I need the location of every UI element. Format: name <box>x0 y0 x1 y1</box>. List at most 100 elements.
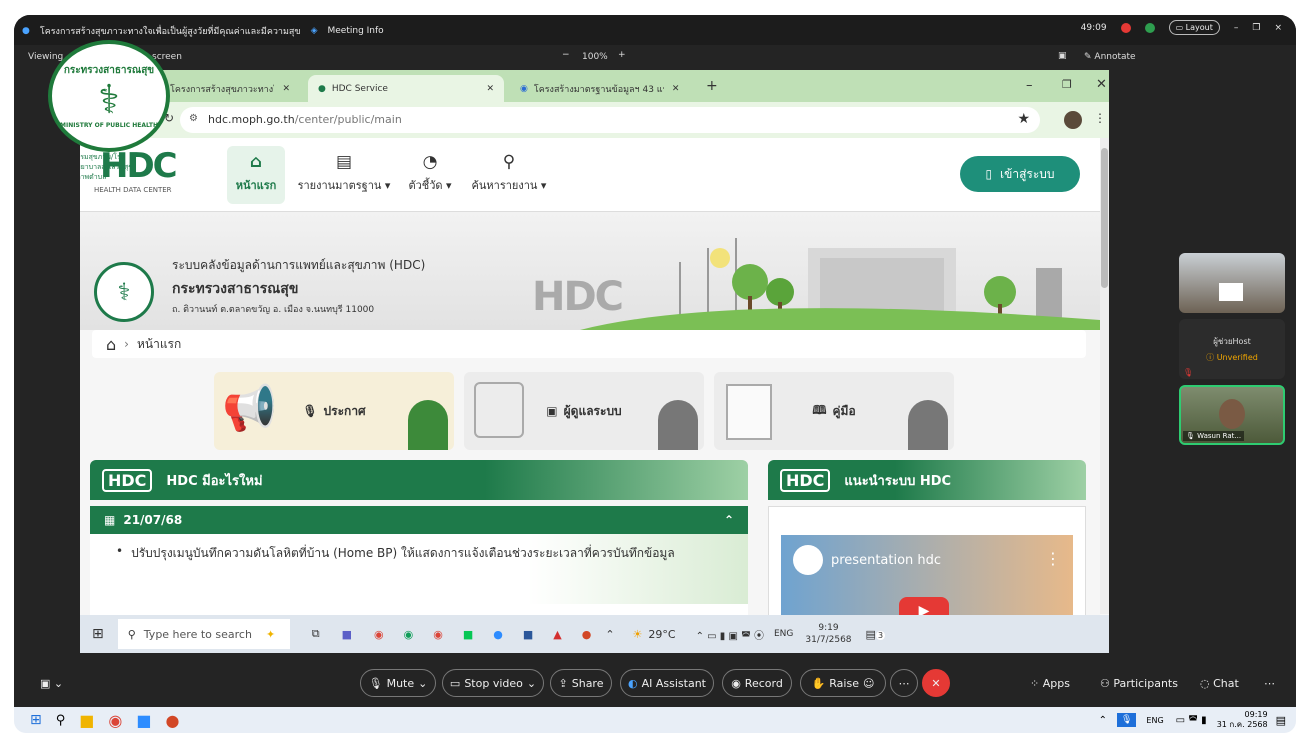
chevron-up-icon[interactable]: ⌃ <box>605 628 614 641</box>
share-screen-icon: ⇪ <box>558 676 568 690</box>
record-button[interactable]: ◉ Record <box>722 669 792 697</box>
taskbar-date: 31/7/2568 <box>805 635 852 645</box>
share-button[interactable]: ⇪ Share <box>550 669 612 697</box>
speaker-name-tag: 🎙 Wasun Rat... <box>1183 431 1245 441</box>
shield-icon[interactable]: ◈ <box>311 26 318 36</box>
close-icon[interactable]: × <box>1274 23 1282 33</box>
home-icon[interactable]: ⌂ <box>106 335 116 354</box>
chevron-up-icon[interactable]: ⌃ <box>724 513 734 527</box>
minimize-icon[interactable]: – <box>1234 23 1239 33</box>
chevron-up-icon[interactable]: ⌃ <box>1099 715 1107 726</box>
tree-decoration-icon <box>658 400 698 450</box>
annotate-button[interactable]: ✎ Annotate <box>1084 52 1136 62</box>
acrobat-icon[interactable]: ▲ <box>553 628 561 641</box>
taskbar-clock[interactable]: 9:19 31/7/2568 <box>805 622 851 646</box>
browser-tab[interactable]: โครงการสร้างสุขภาวะทางใจเพื่อเป็นผู้ ✕ <box>160 75 300 102</box>
powerpoint-icon[interactable]: ● <box>582 628 592 641</box>
site-favicon-icon: ● <box>318 83 326 94</box>
nav-indicators[interactable]: ◔ ตัวชี้วัด ▾ <box>402 146 458 204</box>
tray-icons[interactable]: ▭ ◚ ▮ <box>1176 715 1207 726</box>
file-explorer-icon[interactable]: ■ <box>79 711 94 730</box>
local-clock[interactable]: 09:19 31 ก.ค. 2568 <box>1217 710 1268 730</box>
site-banner: ⚕ ระบบคลังข้อมูลด้านการแพทย์และสุขภาพ (H… <box>80 212 1100 330</box>
scrollbar-thumb[interactable] <box>1101 148 1108 288</box>
notification-icon[interactable]: ▤ 3 <box>866 628 886 641</box>
participants-button[interactable]: ⚇ Participants <box>1100 677 1178 690</box>
card-announcement[interactable]: 📢 🎙 ประกาศ <box>214 372 454 450</box>
video-tile-room[interactable] <box>1179 253 1285 313</box>
stop-video-button[interactable]: ▭ Stop video ⌄ <box>442 669 544 697</box>
line-app-icon[interactable]: ■ <box>463 628 473 641</box>
meeting-info-link[interactable]: Meeting Info <box>328 26 384 36</box>
chrome-icon[interactable]: ◉ <box>433 628 443 641</box>
browser-tab[interactable]: ◉ โครงสร้างมาตรฐานข้อมูลฯ 43 แฟ้ม ✕ <box>510 75 690 102</box>
raise-hand-button[interactable]: ✋ Raise ☺ <box>800 669 886 697</box>
profile-avatar[interactable] <box>1064 111 1082 129</box>
close-icon[interactable]: ✕ <box>282 84 290 94</box>
nav-search-reports[interactable]: ⚲ ค้นหารายงาน ▾ <box>466 146 552 204</box>
search-icon[interactable]: ⚲ <box>56 713 66 728</box>
chrome-icon[interactable]: ◉ <box>108 711 122 730</box>
layout-button[interactable]: ▭ Layout <box>1168 20 1220 35</box>
chrome-icon[interactable]: ◉ <box>374 628 384 641</box>
teams-icon[interactable]: ■ <box>342 628 352 641</box>
new-tab-icon[interactable]: + <box>706 78 718 94</box>
bookmark-star-icon[interactable]: ★ <box>1017 111 1030 127</box>
nav-standard-reports[interactable]: ▤ รายงานมาตรฐาน ▾ <box>294 146 394 204</box>
microphone-icon[interactable]: 🎙 <box>1116 713 1137 727</box>
more-button[interactable]: ⋯ <box>890 669 918 697</box>
card-admin[interactable]: ▣ ผู้ดูแลระบบ <box>464 372 704 450</box>
chrome-icon[interactable]: ◉ <box>404 628 414 641</box>
close-icon[interactable]: ✕ <box>1096 77 1107 92</box>
login-button[interactable]: ▯ เข้าสู่ระบบ <box>960 156 1080 192</box>
channel-avatar <box>793 545 823 575</box>
taskbar-search-box[interactable]: ⚲ Type here to search ✦ <box>117 619 290 649</box>
guide-panel-title: แนะนำระบบ HDC <box>844 473 952 489</box>
tray-icons[interactable]: ⌃ ▭ ▮ ▣ ◚ ⦿ <box>696 627 764 642</box>
remote-windows-taskbar: ⊞ ⚲ Type here to search ✦ ⧉ ■ ◉ ◉ ◉ ■ ● … <box>80 615 1109 653</box>
url-field[interactable]: ⚙ hdc.moph.go.th/center/public/main ★ <box>180 107 1040 133</box>
news-item[interactable]: • ปรับปรุงเมนูบันทึกความดันโลหิตที่บ้าน … <box>116 544 748 563</box>
video-tile-host-helper[interactable]: ผู้ช่วยHost ⓘ Unverified 🎙 <box>1179 319 1285 379</box>
restore-icon[interactable]: ❐ <box>1252 23 1260 33</box>
apps-button[interactable]: ⁘ Apps <box>1030 677 1070 690</box>
site-info-icon[interactable]: ⚙ <box>189 113 198 124</box>
zoom-out-button[interactable]: − <box>562 50 570 60</box>
taskbar-time: 9:19 <box>818 623 839 633</box>
news-date-bar[interactable]: ▦ 21/07/68 ⌃ <box>90 506 748 534</box>
zoom-app-icon[interactable]: ■ <box>136 711 151 730</box>
captions-icon[interactable]: ▣ ⌄ <box>40 677 63 690</box>
language-indicator[interactable]: ENG <box>774 629 793 639</box>
windows-start-icon[interactable]: ⊞ <box>92 626 104 642</box>
more-options-icon[interactable]: ⋯ <box>1264 677 1275 690</box>
mute-button[interactable]: 🎙 Mute ⌄ <box>360 669 436 697</box>
zoom-in-button[interactable]: + <box>618 50 626 60</box>
powerpoint-icon[interactable]: ● <box>165 711 179 730</box>
caption-icon[interactable]: ▣ <box>1058 51 1067 61</box>
task-view-icon[interactable]: ⧉ <box>312 627 320 641</box>
notification-icon[interactable]: ▤ <box>1276 714 1286 727</box>
minimize-icon[interactable]: – <box>1026 78 1033 93</box>
nav-reports-label: รายงานมาตรฐาน ▾ <box>297 179 391 192</box>
video-tile-speaker[interactable]: 🎙 Wasun Rat... <box>1179 385 1285 445</box>
language-indicator[interactable]: ENG <box>1146 716 1163 725</box>
close-icon[interactable]: ✕ <box>672 84 680 94</box>
nav-home[interactable]: ⌂ หน้าแรก <box>227 146 285 204</box>
weather-icon: ☀ <box>632 627 643 641</box>
ai-assistant-button[interactable]: ◐ AI Assistant <box>620 669 714 697</box>
card-manual[interactable]: 🕮 คู่มือ <box>714 372 954 450</box>
windows-start-icon[interactable]: ⊞ <box>30 712 42 728</box>
chat-button[interactable]: ◌ Chat <box>1200 677 1239 690</box>
more-options-icon[interactable]: ⋮ <box>1045 549 1061 568</box>
reactions-icon[interactable]: ☺ <box>863 677 874 690</box>
word-icon[interactable]: ■ <box>523 628 533 641</box>
end-meeting-button[interactable]: ✕ <box>922 669 950 697</box>
menu-icon[interactable]: ⋮ <box>1094 111 1106 125</box>
card-manual-label: คู่มือ <box>832 403 856 418</box>
close-icon[interactable]: ✕ <box>486 84 494 94</box>
browser-tab-active[interactable]: ● HDC Service ✕ <box>308 75 504 102</box>
zoom-app-icon[interactable]: ● <box>493 628 503 641</box>
restore-icon[interactable]: ❐ <box>1062 78 1072 91</box>
scrollbar[interactable] <box>1100 138 1109 614</box>
chat-label: Chat <box>1213 677 1239 690</box>
